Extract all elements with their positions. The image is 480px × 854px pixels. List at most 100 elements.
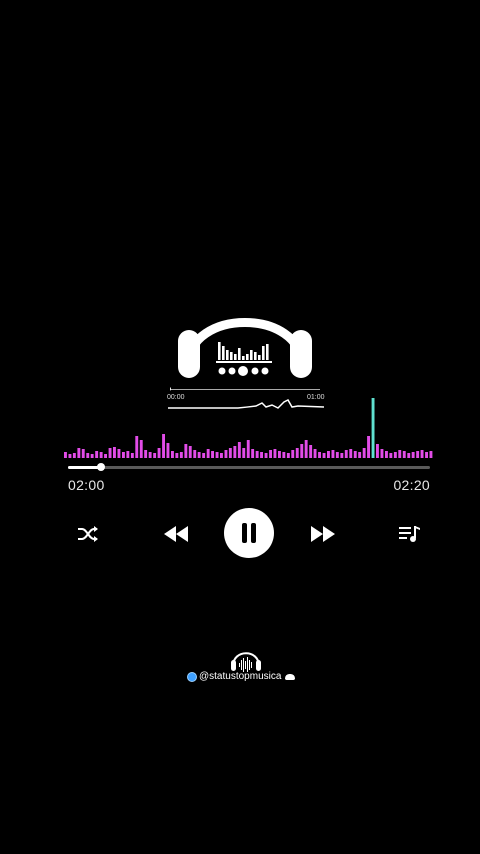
visualizer-bar bbox=[126, 451, 130, 458]
visualizer-bar bbox=[179, 452, 183, 458]
visualizer-bar bbox=[273, 449, 277, 458]
visualizer-bar bbox=[148, 452, 152, 458]
pause-button[interactable] bbox=[224, 508, 274, 558]
visualizer-bar bbox=[242, 448, 246, 458]
visualizer-bar bbox=[344, 450, 348, 458]
visualizer-bar bbox=[99, 452, 103, 458]
fast-forward-icon bbox=[311, 526, 335, 542]
visualizer-bar bbox=[197, 452, 201, 458]
visualizer-bar bbox=[313, 449, 317, 458]
watermark: @statustopmusica bbox=[187, 671, 296, 682]
visualizer-bar bbox=[237, 442, 241, 458]
visualizer-bar bbox=[371, 398, 375, 458]
visualizer-bar bbox=[122, 452, 125, 458]
visualizer-bar bbox=[331, 450, 335, 458]
progress-track[interactable] bbox=[68, 466, 430, 469]
visualizer-bar bbox=[389, 453, 393, 458]
logo-eq-bar bbox=[234, 354, 237, 360]
logo-eq-bar bbox=[230, 352, 233, 360]
visualizer-bar bbox=[407, 453, 411, 458]
visualizer-bar bbox=[175, 453, 179, 458]
next-button[interactable] bbox=[307, 520, 339, 548]
visualizer-bar bbox=[157, 448, 161, 458]
visualizer-bar bbox=[255, 451, 259, 458]
visualizer-bar bbox=[64, 452, 67, 458]
watermark-handle: @statustopmusica bbox=[199, 671, 282, 682]
visualizer-bar bbox=[224, 450, 228, 458]
visualizer-bar bbox=[420, 450, 424, 458]
shuffle-button[interactable] bbox=[74, 520, 102, 548]
visualizer-bar bbox=[113, 447, 116, 458]
watermark-headphone-icon bbox=[231, 652, 261, 672]
visualizer-bar bbox=[95, 451, 99, 458]
logo-eq-bar bbox=[254, 352, 257, 360]
logo-eq-bar bbox=[250, 350, 253, 360]
progress-fill bbox=[68, 466, 101, 469]
visualizer-bar bbox=[166, 443, 170, 458]
visualizer-bar bbox=[269, 450, 272, 458]
visualizer-bar bbox=[211, 451, 214, 458]
tiktok-icon bbox=[187, 671, 197, 682]
visualizer-bar bbox=[184, 444, 188, 458]
visualizer-bar bbox=[385, 451, 388, 458]
visualizer-bar bbox=[153, 453, 157, 458]
visualizer-bar bbox=[282, 452, 286, 458]
logo-eq-bar bbox=[222, 346, 225, 360]
visualizer-bar bbox=[251, 449, 255, 458]
total-time: 02:20 bbox=[393, 477, 430, 493]
visualizer-bar bbox=[349, 449, 353, 458]
visualizer-bar bbox=[144, 450, 148, 458]
visualizer-bar bbox=[81, 449, 85, 458]
visualizer-bar bbox=[380, 449, 384, 458]
visualizer-bar bbox=[233, 446, 237, 458]
visualizer-bar bbox=[260, 452, 263, 458]
visualizer-bar bbox=[398, 450, 402, 458]
visualizer-bar bbox=[220, 453, 223, 458]
logo-eq-bar bbox=[258, 355, 261, 360]
visualizer-bar bbox=[309, 445, 313, 458]
queue-button[interactable] bbox=[396, 520, 424, 548]
visualizer-bar bbox=[206, 449, 210, 458]
logo-eq-bar bbox=[218, 342, 221, 360]
visualizer-bar bbox=[416, 451, 420, 458]
visualizer-bar bbox=[291, 450, 295, 458]
visualizer-bar bbox=[86, 453, 90, 458]
rewind-icon bbox=[164, 526, 188, 542]
visualizer-bar bbox=[68, 454, 72, 458]
visualizer-bar bbox=[376, 444, 379, 458]
logo-eq-bar bbox=[238, 348, 241, 360]
cloud-icon bbox=[285, 673, 296, 680]
visualizer-bar bbox=[429, 451, 433, 458]
visualizer-bar bbox=[72, 453, 76, 458]
visualizer-bar bbox=[130, 453, 134, 458]
shuffle-icon bbox=[78, 526, 98, 542]
visualizer-bar bbox=[117, 449, 121, 458]
visualizer-bar bbox=[162, 434, 165, 458]
visualizer-bar bbox=[411, 452, 415, 458]
logo-eq-bar bbox=[266, 344, 269, 360]
visualizer-bar bbox=[340, 453, 344, 458]
visualizer-bar bbox=[264, 453, 268, 458]
audio-visualizer bbox=[64, 398, 433, 458]
visualizer-bar bbox=[335, 452, 339, 458]
visualizer-bar bbox=[402, 451, 406, 458]
visualizer-bar bbox=[202, 453, 206, 458]
visualizer-bar bbox=[300, 444, 304, 458]
visualizer-bar bbox=[393, 452, 397, 458]
visualizer-bar bbox=[425, 452, 428, 458]
pause-icon bbox=[242, 523, 256, 543]
progress-thumb[interactable] bbox=[96, 463, 105, 471]
visualizer-bar bbox=[318, 452, 321, 458]
visualizer-bar bbox=[322, 453, 326, 458]
visualizer-bar bbox=[215, 452, 219, 458]
visualizer-bar bbox=[286, 453, 290, 458]
visualizer-bar bbox=[135, 436, 139, 458]
visualizer-bar bbox=[327, 451, 330, 458]
previous-button[interactable] bbox=[160, 520, 192, 548]
visualizer-bar bbox=[228, 448, 232, 458]
visualizer-bar bbox=[188, 446, 192, 458]
logo-eq-bar bbox=[262, 346, 265, 360]
visualizer-bar bbox=[193, 450, 197, 458]
visualizer-bar bbox=[246, 440, 250, 458]
visualizer-bar bbox=[278, 451, 281, 458]
